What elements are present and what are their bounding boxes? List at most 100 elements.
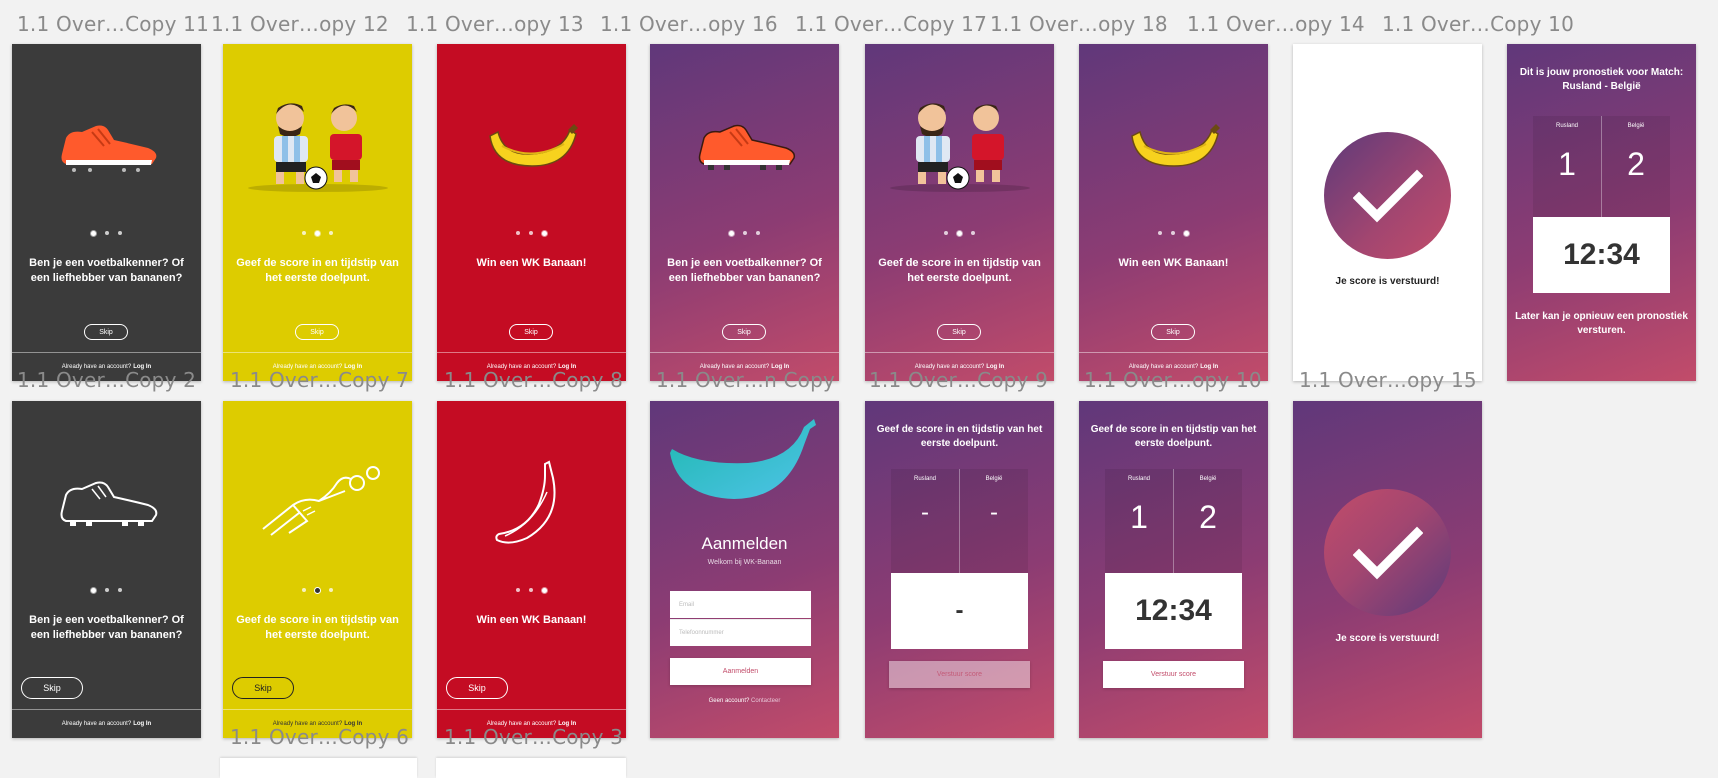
artboard-label[interactable]: 1.1 Over…Copy 7 xyxy=(230,368,409,392)
onboarding-headline: Ben je een voetbalkenner? Of een liefheb… xyxy=(667,257,822,284)
banana-icon xyxy=(437,443,626,563)
page-indicator xyxy=(865,231,1054,236)
onboarding-headline: Win een WK Banaan! xyxy=(476,614,587,626)
away-score: 2 xyxy=(1627,146,1645,182)
page-indicator xyxy=(437,588,626,593)
artboard-label[interactable]: 1.1 Over…Copy 8 xyxy=(444,368,623,392)
football-boot-icon xyxy=(12,86,201,206)
score-panel: Rusland België 1 2 xyxy=(1533,116,1670,220)
artboard-prediction-filled[interactable]: Geef de score in en tijdstip van het eer… xyxy=(1079,401,1268,738)
page-indicator xyxy=(223,588,412,593)
team-away-name: België xyxy=(1199,476,1217,482)
artboard-login[interactable]: Aanmelden Welkom bij WK-Banaan Email Tel… xyxy=(650,401,839,738)
artboard-label[interactable]: 1.1 Over…opy 12 xyxy=(211,12,389,36)
prediction-title: Geef de score in en tijdstip van het eer… xyxy=(876,424,1043,449)
artboard-onboarding-3-red-outline[interactable]: Win een WK Banaan! Skip Already have an … xyxy=(437,401,626,738)
artboard-label[interactable]: 1.1 Over…Copy 10 xyxy=(1382,12,1574,36)
home-score-input[interactable]: - xyxy=(891,499,959,527)
banana-icon xyxy=(668,415,818,510)
artboard-label[interactable]: 1.1 Over…Copy 6 xyxy=(230,725,409,749)
login-button[interactable]: Aanmelden xyxy=(670,658,811,685)
skip-button[interactable]: Skip xyxy=(232,677,294,699)
artboard-onboarding-2-yellow-outline[interactable]: Geef de score in en tijdstip van het eer… xyxy=(223,401,412,738)
away-score-input[interactable]: 2 xyxy=(1174,499,1242,536)
checkmark-icon xyxy=(1324,489,1451,616)
score-panel: Rusland België - - xyxy=(891,469,1028,573)
artboard-confirmation-purple[interactable]: Je score is verstuurd! xyxy=(1293,401,1482,738)
artboard-prediction-summary[interactable]: Dit is jouw pronostiek voor Match: Rusla… xyxy=(1507,44,1696,381)
login-link[interactable]: Log In xyxy=(133,721,151,727)
artboard-onboarding-2-purple[interactable]: Geef de score in en tijdstip van het eer… xyxy=(865,44,1054,381)
artboard-label[interactable]: 1.1 Over…opy 15 xyxy=(1299,368,1477,392)
page-indicator xyxy=(437,231,626,236)
confirmation-message: Je score is verstuurd! xyxy=(1335,276,1440,287)
login-subtitle: Welkom bij WK-Banaan xyxy=(707,559,782,566)
skip-button[interactable]: Skip xyxy=(722,324,766,340)
onboarding-headline: Geef de score in en tijdstip van het eer… xyxy=(236,257,399,284)
artboard-partial[interactable] xyxy=(220,758,417,778)
submit-score-button[interactable]: Verstuur score xyxy=(889,661,1030,688)
confirmation-message: Je score is verstuurd! xyxy=(1335,633,1440,644)
contact-line: Geen account? Contacteer xyxy=(650,698,839,704)
artboard-onboarding-3-red[interactable]: Win een WK Banaan! Skip Already have an … xyxy=(437,44,626,381)
page-indicator xyxy=(223,231,412,236)
skip-button[interactable]: Skip xyxy=(446,677,508,699)
team-away-name: België xyxy=(985,476,1003,482)
contact-link[interactable]: Contacteer xyxy=(751,698,780,704)
first-goal-time-input[interactable]: - xyxy=(891,573,1028,649)
skip-button[interactable]: Skip xyxy=(509,324,553,340)
artboard-onboarding-2-yellow[interactable]: Geef de score in en tijdstip van het eer… xyxy=(223,44,412,381)
artboard-onboarding-3-purple[interactable]: Win een WK Banaan! Skip Already have an … xyxy=(1079,44,1268,381)
banana-icon xyxy=(437,86,626,206)
prediction-title: Geef de score in en tijdstip van het eer… xyxy=(1090,424,1257,449)
home-score-input[interactable]: 1 xyxy=(1105,499,1173,536)
banana-icon xyxy=(1079,86,1268,206)
skip-button[interactable]: Skip xyxy=(937,324,981,340)
page-indicator xyxy=(650,231,839,236)
artboard-onboarding-1-dark[interactable]: Ben je een voetbalkenner? Of een liefheb… xyxy=(12,44,201,381)
soccer-players-icon xyxy=(223,86,412,206)
artboard-label[interactable]: 1.1 Over…opy 14 xyxy=(1187,12,1365,36)
score-panel: Rusland België 1 2 xyxy=(1105,469,1242,573)
artboard-label[interactable]: 1.1 Over…opy 16 xyxy=(600,12,778,36)
artboard-label[interactable]: 1.1 Over…Copy 2 xyxy=(17,368,196,392)
artboard-label[interactable]: 1.1 Over…opy 13 xyxy=(406,12,584,36)
onboarding-headline: Geef de score in en tijdstip van het eer… xyxy=(236,614,399,641)
onboarding-headline: Ben je een voetbalkenner? Of een liefheb… xyxy=(29,614,184,641)
artboard-label[interactable]: 1.1 Over…Copy 3 xyxy=(444,725,623,749)
skip-button[interactable]: Skip xyxy=(84,324,128,340)
page-indicator xyxy=(12,231,201,236)
submit-score-button[interactable]: Verstuur score xyxy=(1103,661,1244,688)
artboard-onboarding-1-dark-outline[interactable]: Ben je een voetbalkenner? Of een liefheb… xyxy=(12,401,201,738)
onboarding-headline: Win een WK Banaan! xyxy=(476,257,587,269)
onboarding-headline: Geef de score in en tijdstip van het eer… xyxy=(878,257,1041,284)
skip-button[interactable]: Skip xyxy=(295,324,339,340)
onboarding-headline: Ben je een voetbalkenner? Of een liefheb… xyxy=(29,257,184,284)
artboard-label[interactable]: 1.1 Over…Copy 9 xyxy=(869,368,1048,392)
summary-title: Dit is jouw pronostiek voor Match: Rusla… xyxy=(1519,67,1684,92)
away-score-input[interactable]: - xyxy=(960,499,1028,527)
football-boot-icon xyxy=(650,86,839,206)
skip-button[interactable]: Skip xyxy=(1151,324,1195,340)
artboard-label[interactable]: 1.1 Over…Copy 11 xyxy=(17,12,209,36)
no-account-text: Geen account? xyxy=(708,698,750,704)
email-field[interactable]: Email xyxy=(670,591,811,618)
goalkeeper-icon xyxy=(223,443,412,563)
artboard-label[interactable]: 1.1 Over…opy 10 xyxy=(1084,368,1262,392)
artboard-partial[interactable] xyxy=(436,758,626,778)
artboard-label[interactable]: 1.1 Over…n Copy xyxy=(656,368,835,392)
artboard-confirmation-white[interactable]: Je score is verstuurd! xyxy=(1293,44,1482,381)
team-home-name: Rusland xyxy=(913,476,936,482)
login-footer: Already have an account? Log In xyxy=(12,709,201,738)
artboard-onboarding-1-purple[interactable]: Ben je een voetbalkenner? Of een liefheb… xyxy=(650,44,839,381)
artboard-label[interactable]: 1.1 Over…Copy 17 xyxy=(795,12,987,36)
artboard-prediction-empty[interactable]: Geef de score in en tijdstip van het eer… xyxy=(865,401,1054,738)
skip-button[interactable]: Skip xyxy=(21,677,83,699)
phone-field[interactable]: Telefoonnummer xyxy=(670,619,811,646)
home-score: 1 xyxy=(1558,146,1576,182)
first-goal-time-input[interactable]: 12:34 xyxy=(1105,573,1242,649)
footer-text: Already have an account? xyxy=(61,721,132,727)
artboard-label[interactable]: 1.1 Over…opy 18 xyxy=(990,12,1168,36)
page-indicator xyxy=(1079,231,1268,236)
checkmark-icon xyxy=(1324,132,1451,259)
